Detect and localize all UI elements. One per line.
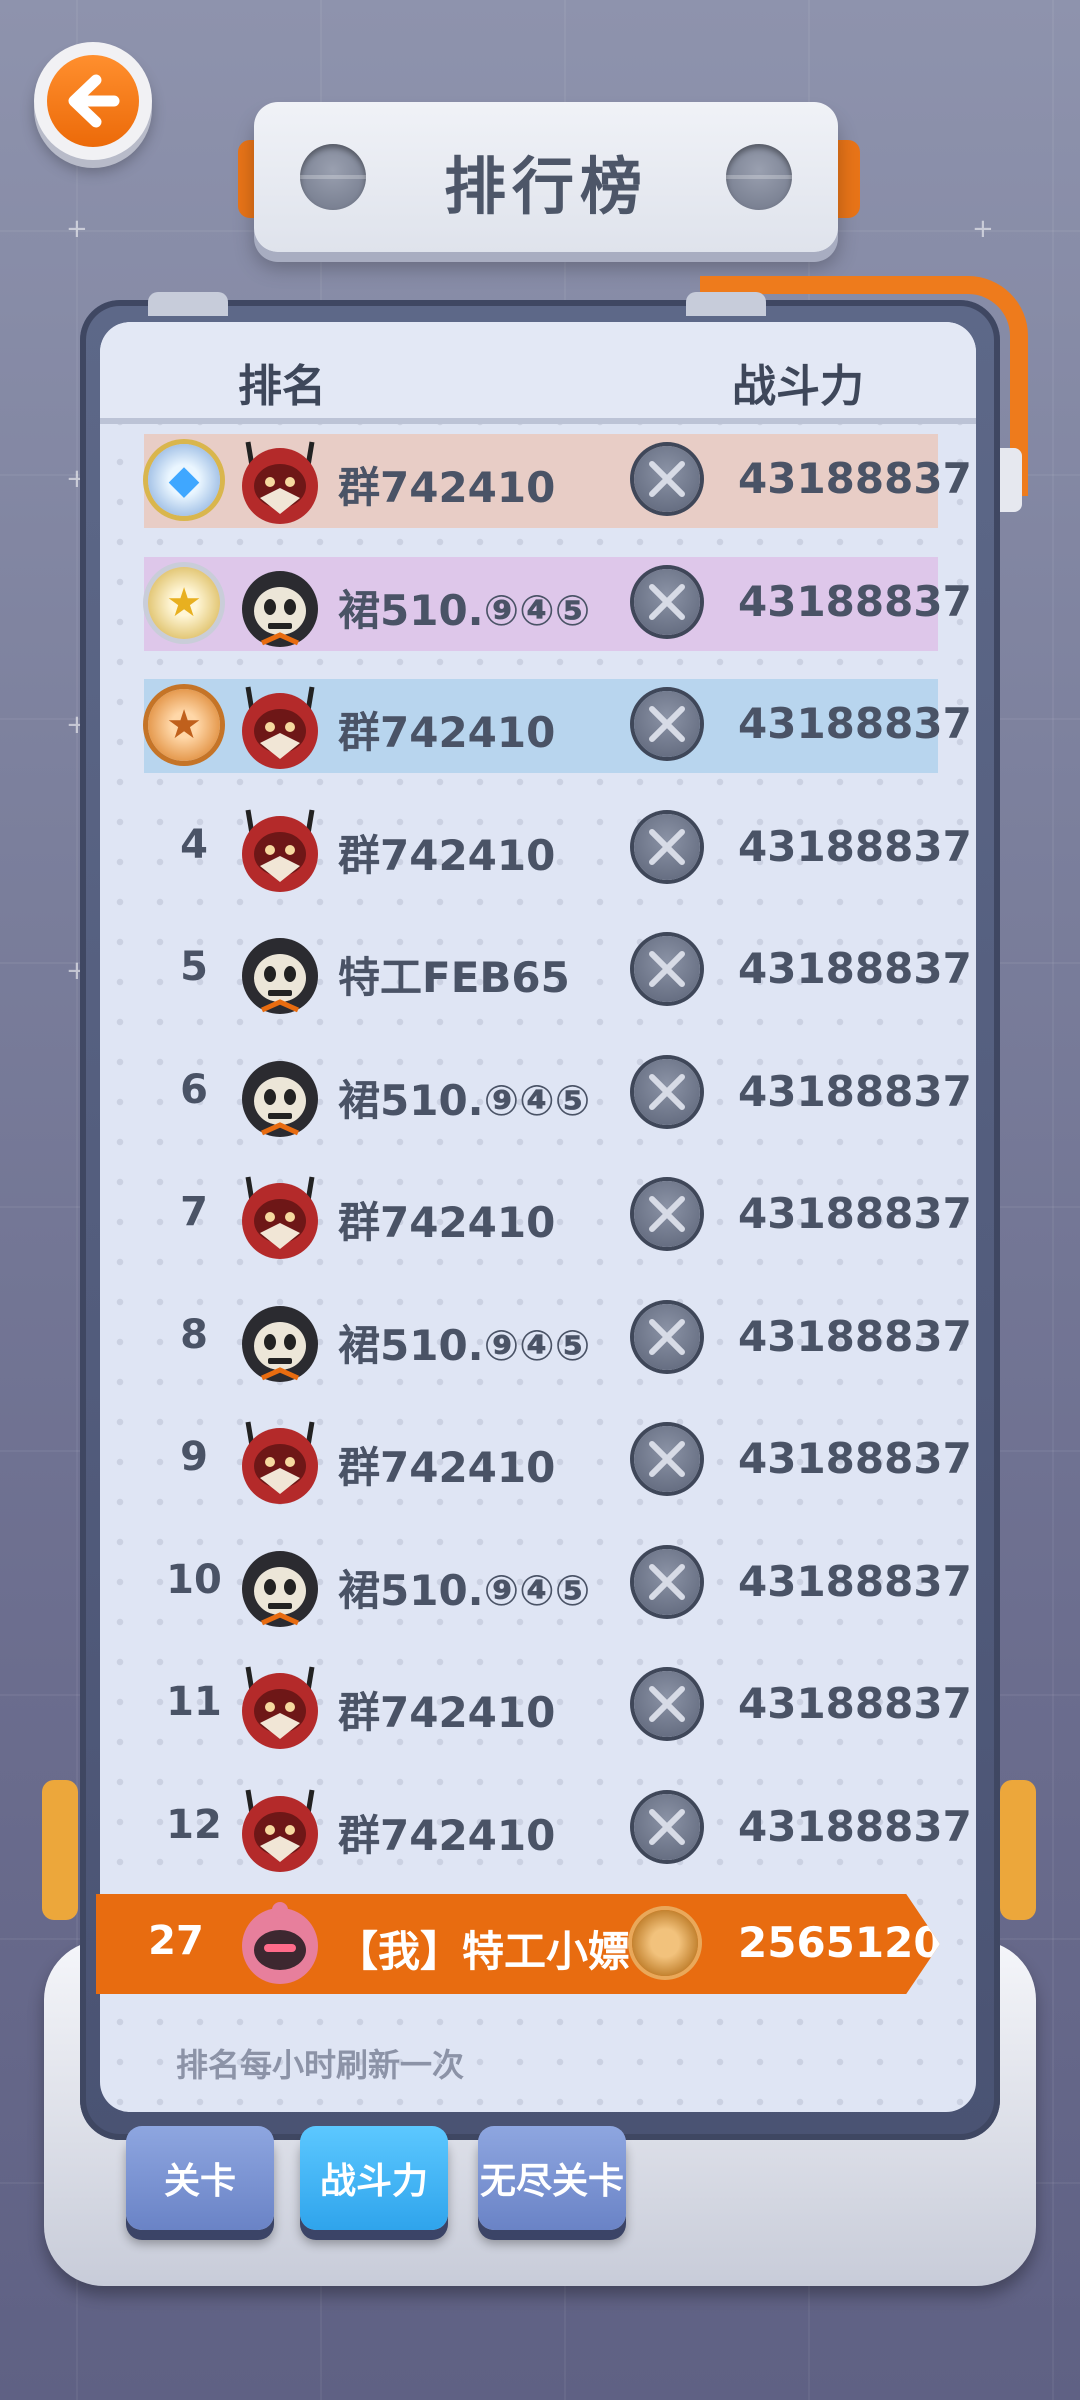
crossed-swords-icon bbox=[634, 1059, 700, 1125]
rank-number: 4 bbox=[180, 822, 208, 868]
crossed-swords-icon bbox=[634, 1304, 700, 1370]
player-name: 群742410 bbox=[338, 463, 556, 512]
player-power: 43188837 bbox=[738, 1802, 972, 1851]
tab-levels[interactable]: 关卡 bbox=[126, 2126, 274, 2230]
crossed-swords-icon bbox=[634, 691, 700, 757]
player-name: 群742410 bbox=[338, 1443, 556, 1492]
rank-number: 10 bbox=[166, 1557, 222, 1603]
rank-number: 12 bbox=[166, 1802, 222, 1848]
plus-decoration: + bbox=[66, 214, 88, 244]
crossed-swords-icon bbox=[634, 1426, 700, 1492]
player-name: 群742410 bbox=[338, 708, 556, 757]
player-name: 群742410 bbox=[338, 1811, 556, 1860]
player-name: 特工FEB65 bbox=[338, 953, 570, 1002]
column-header-rank: 排名 bbox=[238, 361, 326, 412]
my-power-badge-icon bbox=[632, 1910, 698, 1976]
player-name: 裙510.⑨④⑤ bbox=[338, 1566, 591, 1615]
leaderboard-row[interactable]: 9 群742410 43188837 bbox=[144, 1414, 972, 1508]
player-power: 43188837 bbox=[738, 1067, 972, 1116]
crossed-swords-icon bbox=[634, 569, 700, 635]
crossed-swords-icon bbox=[634, 936, 700, 1002]
my-rank: 27 bbox=[148, 1918, 204, 1964]
player-power: 43188837 bbox=[738, 1434, 972, 1483]
column-header-power: 战斗力 bbox=[732, 361, 864, 412]
player-name: 裙510.⑨④⑤ bbox=[338, 1076, 591, 1125]
medal-mark: ★ bbox=[166, 580, 202, 626]
frame-tab bbox=[686, 292, 766, 316]
frame-tab bbox=[148, 292, 228, 316]
crossed-swords-icon bbox=[634, 1671, 700, 1737]
player-avatar bbox=[238, 926, 322, 1016]
player-avatar bbox=[238, 1416, 322, 1506]
diamond-medal-icon: ◆ bbox=[148, 444, 220, 516]
player-avatar bbox=[238, 1294, 322, 1384]
rank-number: 7 bbox=[180, 1189, 208, 1235]
back-arrow-icon bbox=[47, 55, 139, 147]
player-name: 裙510.⑨④⑤ bbox=[338, 586, 591, 635]
player-power: 43188837 bbox=[738, 1679, 972, 1728]
player-power: 43188837 bbox=[738, 454, 972, 503]
back-button[interactable] bbox=[34, 42, 152, 160]
screw-icon bbox=[726, 144, 792, 210]
player-avatar bbox=[238, 1661, 322, 1751]
rank-number: 11 bbox=[166, 1679, 222, 1725]
crossed-swords-icon bbox=[634, 446, 700, 512]
player-power: 43188837 bbox=[738, 944, 972, 993]
player-avatar bbox=[238, 559, 322, 649]
rank-number: 9 bbox=[180, 1434, 208, 1480]
player-power: 43188837 bbox=[738, 577, 972, 626]
player-avatar bbox=[238, 1784, 322, 1874]
leaderboard-row[interactable]: 12 群742410 43188837 bbox=[144, 1782, 972, 1876]
player-avatar bbox=[238, 1171, 322, 1261]
tab-power[interactable]: 战斗力 bbox=[300, 2126, 448, 2230]
leaderboard-row[interactable]: ★ 裙510.⑨④⑤ 43188837 bbox=[144, 557, 972, 651]
side-tab-right bbox=[1000, 1780, 1036, 1920]
leaderboard-row[interactable]: ★ 群742410 43188837 bbox=[144, 679, 972, 773]
player-avatar bbox=[238, 681, 322, 771]
leaderboard-row[interactable]: 5 特工FEB65 43188837 bbox=[144, 924, 972, 1018]
my-name: 【我】特工小嫖 bbox=[336, 1927, 631, 1976]
player-name: 裙510.⑨④⑤ bbox=[338, 1321, 591, 1370]
refresh-note: 排名每小时刷新一次 bbox=[176, 2046, 465, 2084]
player-power: 43188837 bbox=[738, 1312, 972, 1361]
player-avatar bbox=[238, 1049, 322, 1139]
my-rank-row[interactable]: 27 【我】特工小嫖 25651203 bbox=[96, 1894, 940, 1994]
rank-number: 6 bbox=[180, 1067, 208, 1113]
leaderboard-row[interactable]: 10 裙510.⑨④⑤ 43188837 bbox=[144, 1537, 972, 1631]
crossed-swords-icon bbox=[634, 1181, 700, 1247]
player-power: 43188837 bbox=[738, 1557, 972, 1606]
player-avatar bbox=[238, 436, 322, 526]
crossed-swords-icon bbox=[634, 1549, 700, 1615]
side-tab-left bbox=[42, 1780, 78, 1920]
title-plate: 排行榜 bbox=[254, 102, 838, 252]
my-avatar bbox=[238, 1898, 322, 1988]
rank-number: 5 bbox=[180, 944, 208, 990]
player-avatar bbox=[238, 1539, 322, 1629]
player-power: 43188837 bbox=[738, 699, 972, 748]
leaderboard-row[interactable]: 11 群742410 43188837 bbox=[144, 1659, 972, 1753]
player-avatar bbox=[238, 804, 322, 894]
leaderboard-row[interactable]: 8 裙510.⑨④⑤ 43188837 bbox=[144, 1292, 972, 1386]
medal-mark: ★ bbox=[166, 702, 202, 748]
leaderboard-row[interactable]: 7 群742410 43188837 bbox=[144, 1169, 972, 1263]
player-power: 43188837 bbox=[738, 822, 972, 871]
player-name: 群742410 bbox=[338, 1688, 556, 1737]
medal-mark: ◆ bbox=[168, 457, 200, 503]
tab-endless-levels[interactable]: 无尽关卡 bbox=[478, 2126, 626, 2230]
plus-decoration: + bbox=[972, 214, 994, 244]
player-name: 群742410 bbox=[338, 1198, 556, 1247]
player-name: 群742410 bbox=[338, 831, 556, 880]
leaderboard-row[interactable]: 4 群742410 43188837 bbox=[144, 802, 972, 896]
gold-medal-icon: ★ bbox=[148, 567, 220, 639]
leaderboard-row[interactable]: 6 裙510.⑨④⑤ 43188837 bbox=[144, 1047, 972, 1141]
rank-number: 8 bbox=[180, 1312, 208, 1358]
crossed-swords-icon bbox=[634, 814, 700, 880]
bronze-medal-icon: ★ bbox=[148, 689, 220, 761]
leaderboard-row[interactable]: ◆ 群742410 43188837 bbox=[144, 434, 972, 528]
crossed-swords-icon bbox=[634, 1794, 700, 1860]
player-power: 43188837 bbox=[738, 1189, 972, 1238]
